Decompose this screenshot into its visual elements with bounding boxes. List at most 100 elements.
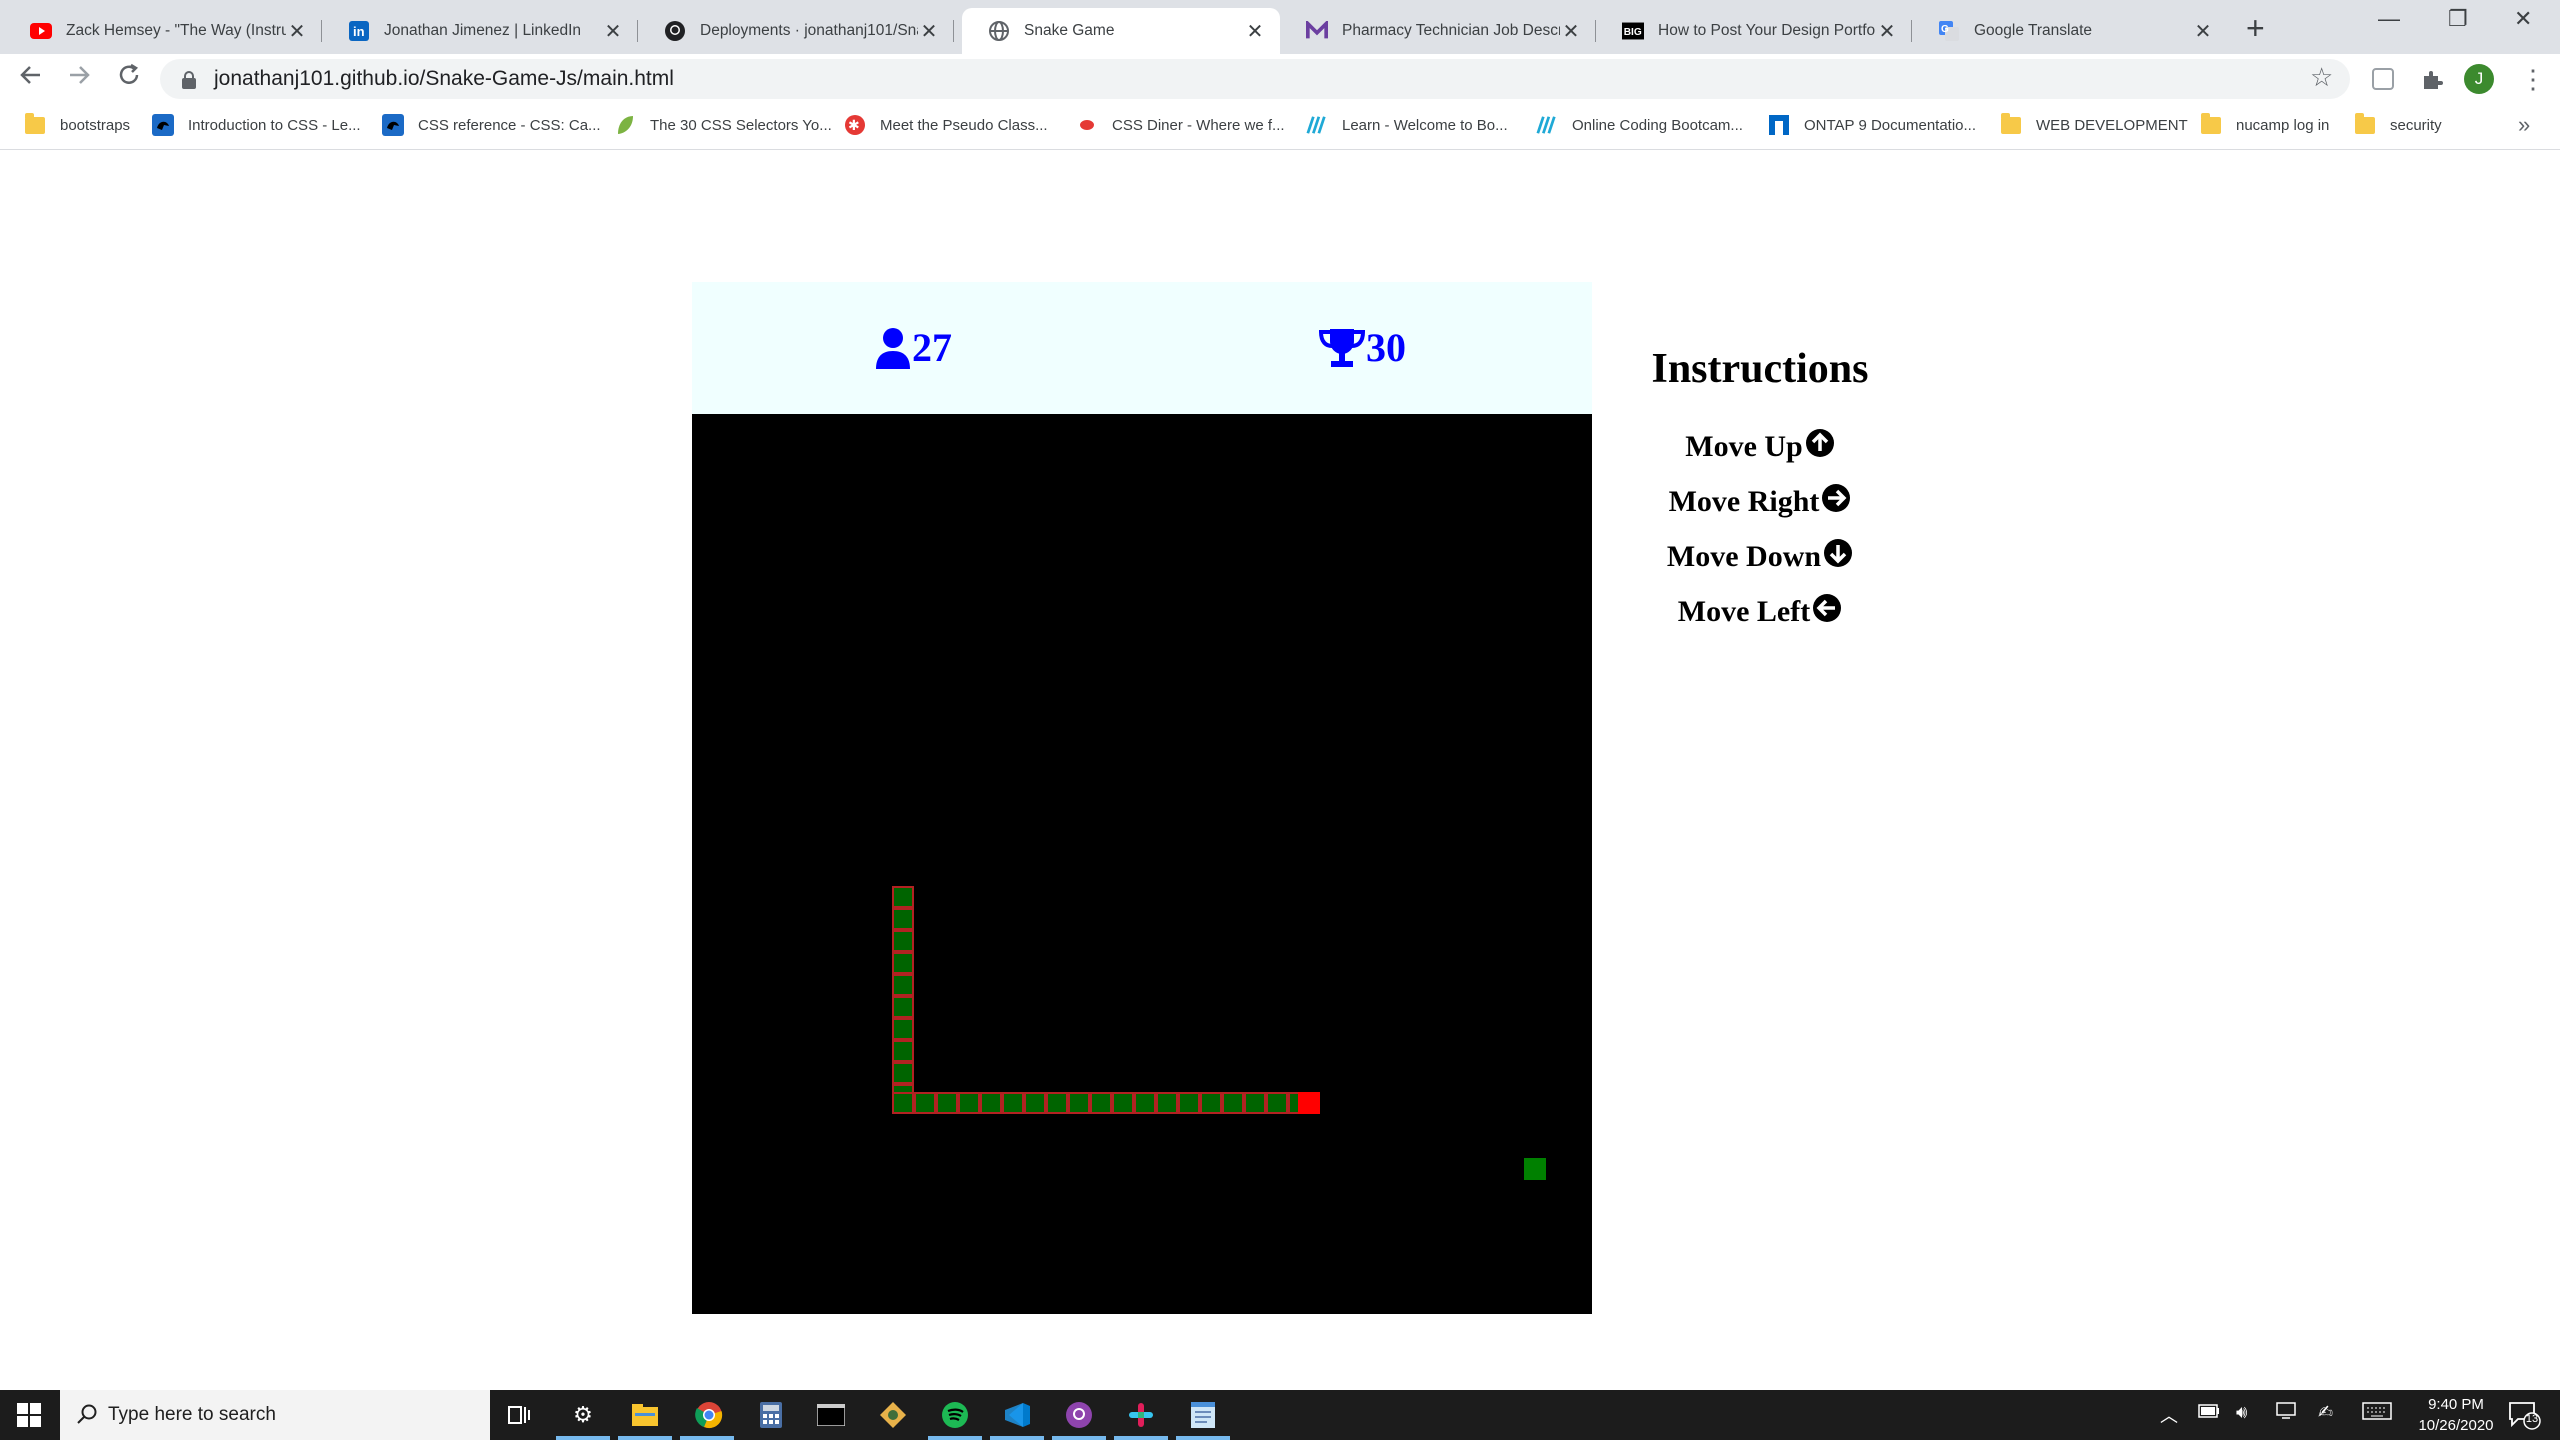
close-tab-icon[interactable]: ✕ xyxy=(286,19,308,44)
snake-segment xyxy=(1156,1092,1178,1114)
netapp-icon xyxy=(1768,114,1790,136)
tab-pharmacy[interactable]: Pharmacy Technician Job Descrip ✕ xyxy=(1280,8,1596,54)
bookmark-label: Introduction to CSS - Le... xyxy=(188,116,361,134)
slash-logo-icon xyxy=(1536,114,1558,136)
score-panel: 27 30 xyxy=(692,282,1592,414)
game-board[interactable] xyxy=(692,414,1592,1314)
new-tab-button[interactable]: + xyxy=(2246,10,2265,47)
snake-segment xyxy=(1266,1092,1288,1114)
tab-linkedin[interactable]: in Jonathan Jimenez | LinkedIn ✕ xyxy=(322,8,638,54)
search-placeholder: Type here to search xyxy=(108,1404,276,1425)
bookmark-label: ONTAP 9 Documentatio... xyxy=(1804,116,1977,134)
bookmark-css-reference[interactable]: CSS reference - CSS: Ca... xyxy=(382,114,601,136)
github-desktop-icon[interactable] xyxy=(1064,1400,1094,1430)
translate-icon: G xyxy=(1938,20,1960,42)
arrow-circle-right-icon xyxy=(1819,483,1851,521)
bookmark-security[interactable]: security xyxy=(2354,112,2442,136)
taskbar-search-box[interactable]: Type here to search xyxy=(60,1390,490,1440)
snake-segment xyxy=(936,1092,958,1114)
instruction-move-right: Move Right xyxy=(1620,474,1900,529)
tab-github-deployments[interactable]: Deployments · jonathanj101/Snak ✕ xyxy=(638,8,954,54)
running-indicator xyxy=(1114,1436,1168,1440)
bookmark-label: CSS reference - CSS: Ca... xyxy=(418,116,601,134)
close-tab-icon[interactable]: ✕ xyxy=(602,19,624,44)
bookmark-pseudo-class[interactable]: ✱ Meet the Pseudo Class... xyxy=(844,114,1048,136)
instructions-panel: Instructions Move Up Move Right Move Dow… xyxy=(1620,345,1900,639)
extension-icon[interactable] xyxy=(2372,68,2394,95)
tab-youtube[interactable]: Zack Hemsey - "The Way (Instrum ✕ xyxy=(4,8,322,54)
reload-icon[interactable] xyxy=(116,62,142,95)
pen-icon[interactable]: ✍︎ xyxy=(2318,1402,2333,1423)
instruction-label: Move Right xyxy=(1668,484,1820,518)
git-kraken-icon[interactable] xyxy=(878,1400,908,1430)
instruction-move-up: Move Up xyxy=(1620,419,1900,474)
chrome-icon[interactable] xyxy=(694,1400,724,1430)
windows-start-icon[interactable] xyxy=(14,1400,44,1430)
bookmark-learn-bootcamp[interactable]: Learn - Welcome to Bo... xyxy=(1306,114,1508,136)
mdn-icon xyxy=(382,114,404,136)
spotify-icon[interactable] xyxy=(940,1400,970,1430)
close-tab-icon[interactable]: ✕ xyxy=(918,19,940,44)
battery-icon[interactable] xyxy=(2198,1402,2220,1423)
calculator-icon[interactable] xyxy=(756,1400,786,1430)
task-view-icon[interactable] xyxy=(504,1400,534,1430)
bookmarks-overflow-icon[interactable]: » xyxy=(2518,112,2530,138)
menu-kebab-icon[interactable]: ⋮ xyxy=(2520,64,2546,95)
snake-segment xyxy=(892,1040,914,1062)
bookmark-web-development[interactable]: WEB DEVELOPMENT xyxy=(2000,112,2188,136)
volume-icon[interactable]: 🔊︎ xyxy=(2236,1402,2247,1423)
running-indicator xyxy=(1176,1436,1230,1440)
terminal-icon[interactable] xyxy=(816,1400,846,1430)
bookmark-css-selectors[interactable]: The 30 CSS Selectors Yo... xyxy=(614,114,832,136)
bookmark-ontap-docs[interactable]: ONTAP 9 Documentatio... xyxy=(1768,114,1976,136)
close-tab-icon[interactable]: ✕ xyxy=(1560,19,1582,44)
bookmark-label: security xyxy=(2390,116,2442,134)
profile-avatar[interactable]: J xyxy=(2464,64,2494,94)
folder-icon xyxy=(24,112,46,136)
bookmark-label: The 30 CSS Selectors Yo... xyxy=(650,116,832,134)
file-explorer-icon[interactable] xyxy=(630,1400,660,1430)
bookmark-intro-css[interactable]: Introduction to CSS - Le... xyxy=(152,114,361,136)
back-icon[interactable] xyxy=(18,62,44,95)
tab-google-translate[interactable]: G Google Translate ✕ xyxy=(1912,8,2228,54)
bookmark-online-bootcamp[interactable]: Online Coding Bootcam... xyxy=(1536,114,1743,136)
tab-design-portfolio[interactable]: BIG How to Post Your Design Portfolio ✕ xyxy=(1596,8,1912,54)
running-indicator xyxy=(556,1436,610,1440)
user-icon xyxy=(874,327,912,369)
notepad-icon[interactable] xyxy=(1188,1400,1218,1430)
slack-icon[interactable] xyxy=(1126,1400,1156,1430)
bookmark-css-diner[interactable]: CSS Diner - Where we f... xyxy=(1076,114,1285,136)
instruction-move-down: Move Down xyxy=(1620,529,1900,584)
puzzle-icon[interactable] xyxy=(2420,68,2444,97)
slash-logo-icon xyxy=(1306,114,1328,136)
snake-segment xyxy=(1068,1092,1090,1114)
settings-gear-icon[interactable]: ⚙ xyxy=(568,1400,598,1430)
score-value: 27 xyxy=(912,325,952,370)
vscode-icon[interactable] xyxy=(1002,1400,1032,1430)
bookmark-star-icon[interactable]: ☆ xyxy=(2310,62,2333,93)
folder-icon xyxy=(2200,112,2222,136)
notification-center-icon[interactable]: 13 xyxy=(2508,1400,2542,1435)
close-window-icon[interactable]: ✕ xyxy=(2514,6,2532,32)
close-tab-icon[interactable]: ✕ xyxy=(2192,19,2214,44)
system-clock[interactable]: 9:40 PM 10/26/2020 xyxy=(2416,1394,2496,1436)
restore-icon[interactable]: ❐ xyxy=(2448,6,2468,32)
close-tab-icon[interactable]: ✕ xyxy=(1876,19,1898,44)
close-tab-icon[interactable]: ✕ xyxy=(1244,19,1266,44)
address-bar[interactable]: jonathanj101.github.io/Snake-Game-Js/mai… xyxy=(160,59,2350,99)
forward-icon[interactable] xyxy=(66,62,92,95)
snake-segment xyxy=(1244,1092,1266,1114)
minimize-icon[interactable]: — xyxy=(2378,6,2400,32)
bookmark-bootstraps[interactable]: bootstraps xyxy=(24,112,130,136)
tab-title: Zack Hemsey - "The Way (Instrum xyxy=(66,22,286,39)
tab-snake-game[interactable]: Snake Game ✕ xyxy=(962,8,1280,54)
svg-text:✱: ✱ xyxy=(848,117,860,133)
tab-strip: Zack Hemsey - "The Way (Instrum ✕ in Jon… xyxy=(0,0,2560,54)
instruction-move-left: Move Left xyxy=(1620,584,1900,639)
linkedin-icon: in xyxy=(348,20,370,42)
network-icon[interactable] xyxy=(2276,1402,2298,1425)
chevron-up-icon[interactable]: ︿ xyxy=(2160,1402,2178,1428)
instruction-label: Move Left xyxy=(1677,594,1811,628)
keyboard-icon[interactable] xyxy=(2362,1402,2392,1425)
bookmark-nucamp[interactable]: nucamp log in xyxy=(2200,112,2329,136)
